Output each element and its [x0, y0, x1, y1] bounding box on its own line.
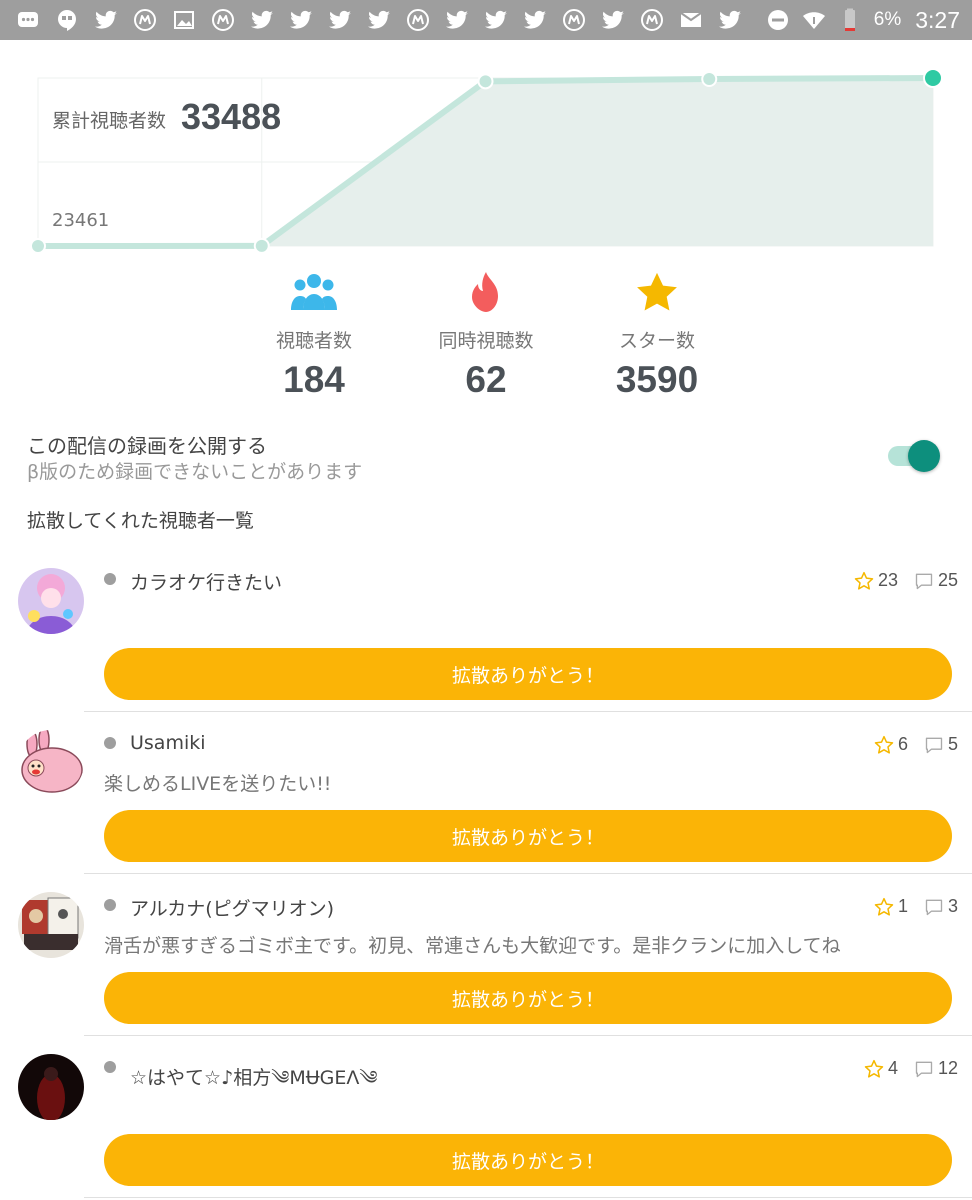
- comment-count: 12: [937, 1058, 958, 1078]
- chart-total-value: 33488: [181, 96, 282, 137]
- stat-concurrent: 同時視聴数 62: [396, 270, 576, 401]
- star-count: 23: [877, 570, 898, 590]
- chart-point: [477, 73, 494, 90]
- status-dot: [104, 1061, 116, 1073]
- fire-icon: [396, 270, 576, 314]
- viewer-name[interactable]: アルカナ(ピグマリオン): [130, 894, 334, 921]
- toggle-thumb: [908, 440, 940, 472]
- star-outline-icon: [874, 735, 894, 754]
- chart-point: [30, 238, 46, 254]
- chart-svg: [30, 68, 943, 254]
- chart-title: 累計視聴者数: [52, 110, 167, 132]
- list-item: Usamiki 6 5 楽しめるLIVEを送りたい!! 拡散ありがとう！: [0, 712, 972, 874]
- m-app-icon: [211, 8, 235, 32]
- recording-toggle[interactable]: [886, 440, 942, 472]
- twitter-icon: [94, 8, 118, 32]
- twitter-icon: [601, 8, 625, 32]
- twitter-icon: [328, 8, 352, 32]
- viewer-name[interactable]: カラオケ行きたい: [130, 568, 282, 595]
- chart-point: [253, 237, 270, 254]
- star-count: 1: [897, 896, 908, 916]
- avatar[interactable]: [18, 1054, 84, 1120]
- stat-viewers: 視聴者数 184: [224, 270, 404, 401]
- twitter-icon: [445, 8, 469, 32]
- viewer-name[interactable]: Usamiki: [130, 732, 206, 754]
- gallery-icon: [172, 8, 196, 32]
- stat-concurrent-label: 同時視聴数: [438, 330, 534, 352]
- divider: [84, 1197, 972, 1198]
- stat-viewers-value: 184: [283, 359, 345, 400]
- viewer-message: 楽しめるLIVEを送りたい!!: [104, 773, 332, 795]
- twitter-icon: [289, 8, 313, 32]
- comment-icon: [925, 899, 943, 915]
- battery-icon: [838, 8, 862, 32]
- m-app-icon: [562, 8, 586, 32]
- wifi-icon: [802, 8, 826, 32]
- avatar[interactable]: [18, 730, 84, 796]
- star-count: 6: [897, 734, 908, 754]
- twitter-icon: [718, 8, 742, 32]
- comment-count: 5: [947, 734, 958, 754]
- status-dot: [104, 737, 116, 749]
- chart-point: [923, 68, 943, 88]
- star-outline-icon: [874, 897, 894, 916]
- comment-count: 3: [947, 896, 958, 916]
- avatar[interactable]: [18, 568, 84, 634]
- list-item: アルカナ(ピグマリオン) 1 3 滑舌が悪すぎるゴミボ主です。初見、常連さんも大…: [0, 874, 972, 1036]
- twitter-icon: [523, 8, 547, 32]
- status-bar: 6% 3:27: [0, 0, 972, 40]
- comment-count: 25: [937, 570, 958, 590]
- do-not-disturb-icon: [766, 8, 790, 32]
- m-app-icon: [406, 8, 430, 32]
- stat-concurrent-value: 62: [465, 359, 507, 400]
- star-count: 4: [887, 1058, 898, 1078]
- recording-subtitle: β版のため録画できないことがあります: [27, 461, 363, 483]
- people-icon: [224, 270, 404, 314]
- notification-icons: [16, 8, 766, 32]
- viewer-counts: 4 12: [864, 1058, 958, 1079]
- stat-viewers-label: 視聴者数: [275, 330, 352, 352]
- list-item: ☆はやて☆♪相方༄MɄGEɅ༄ 4 12 拡散ありがとう！: [0, 1036, 972, 1200]
- mail-icon: [679, 8, 703, 32]
- viewer-message: 滑舌が悪すぎるゴミボ主です。初見、常連さんも大歓迎です。是非クランに加入してね: [104, 935, 841, 957]
- stat-stars: スター数 3590: [567, 270, 747, 401]
- thanks-button[interactable]: 拡散ありがとう！: [104, 972, 952, 1024]
- recording-title: この配信の録画を公開する: [27, 434, 267, 458]
- thanks-button[interactable]: 拡散ありがとう！: [104, 1134, 952, 1186]
- viewer-chart: 累計視聴者数 33488 23461: [0, 40, 972, 265]
- hangouts-icon: [55, 8, 79, 32]
- comment-icon: [925, 737, 943, 753]
- stat-stars-value: 3590: [615, 359, 699, 400]
- comment-icon: [915, 1061, 933, 1077]
- thanks-button[interactable]: 拡散ありがとう！: [104, 648, 952, 700]
- m-app-icon: [133, 8, 157, 32]
- chart-min-label: 23461: [52, 210, 110, 231]
- battery-percent: 6%: [873, 9, 902, 30]
- avatar[interactable]: [18, 892, 84, 958]
- viewer-list-heading: 拡散してくれた視聴者一覧: [27, 510, 254, 532]
- comment-icon: [915, 573, 933, 589]
- thanks-button[interactable]: 拡散ありがとう！: [104, 810, 952, 862]
- viewer-counts: 23 25: [854, 570, 958, 591]
- twitter-icon: [484, 8, 508, 32]
- star-outline-icon: [864, 1059, 884, 1078]
- viewer-counts: 1 3: [874, 896, 958, 917]
- star-icon: [567, 270, 747, 314]
- star-outline-icon: [854, 571, 874, 590]
- status-dot: [104, 899, 116, 911]
- chat-icon: [16, 8, 40, 32]
- viewer-name[interactable]: ☆はやて☆♪相方༄MɄGEɅ༄: [130, 1056, 378, 1110]
- twitter-icon: [250, 8, 274, 32]
- status-dot: [104, 573, 116, 585]
- system-status: 6% 3:27: [766, 7, 960, 34]
- chart-point: [701, 70, 718, 87]
- viewer-counts: 6 5: [874, 734, 958, 755]
- twitter-icon: [367, 8, 391, 32]
- m-app-icon: [640, 8, 664, 32]
- clock: 3:27: [915, 6, 960, 33]
- list-item: カラオケ行きたい 23 25 拡散ありがとう！: [0, 548, 972, 712]
- stat-stars-label: スター数: [618, 330, 695, 352]
